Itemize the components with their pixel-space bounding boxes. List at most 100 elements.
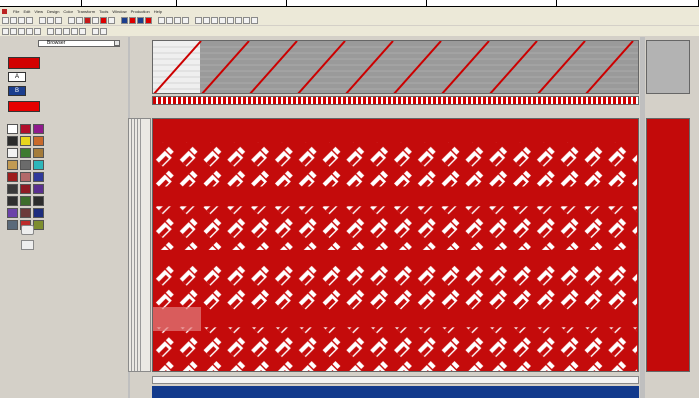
horizontal-scrollbar[interactable] — [152, 376, 639, 384]
tool-f-icon[interactable] — [235, 16, 242, 24]
menu-help[interactable]: Help — [154, 9, 162, 14]
menu-design[interactable]: Design — [47, 9, 59, 14]
palette-button-b-label: B — [14, 88, 19, 94]
red-tool-icon[interactable] — [84, 16, 91, 24]
swatch-16[interactable] — [7, 184, 18, 194]
tool-c-icon[interactable] — [211, 16, 218, 24]
mirror-icon[interactable] — [166, 16, 173, 24]
swatch-8[interactable] — [20, 148, 31, 158]
weave-grid-canvas[interactable] — [152, 40, 639, 94]
blue-tool-icon[interactable] — [121, 16, 128, 24]
palette-button-b[interactable]: B — [8, 86, 26, 96]
tool-a-icon[interactable] — [195, 16, 202, 24]
rect-icon[interactable] — [55, 27, 62, 35]
pattern-strip[interactable] — [152, 96, 639, 105]
swatch-23[interactable] — [20, 208, 31, 218]
cut-icon[interactable] — [39, 16, 46, 24]
browser-tab[interactable]: Browser — [38, 40, 120, 47]
zoom-icon[interactable] — [68, 16, 75, 24]
right-divider — [640, 37, 645, 398]
top-frame — [0, 0, 699, 7]
swatch-15[interactable] — [33, 172, 44, 182]
move-icon[interactable] — [71, 27, 78, 35]
print-icon[interactable] — [26, 16, 33, 24]
brush-icon[interactable] — [18, 27, 25, 35]
ellipse-icon[interactable] — [63, 27, 70, 35]
new-icon[interactable] — [2, 16, 9, 24]
tool-h-icon[interactable] — [251, 16, 258, 24]
swatch-25[interactable] — [7, 220, 18, 230]
design-pattern-svg — [153, 119, 638, 371]
warp-icon[interactable] — [129, 16, 136, 24]
main-toolbar — [0, 15, 699, 25]
palette-button-a[interactable]: A — [8, 72, 26, 82]
line-icon[interactable] — [47, 27, 54, 35]
swatch-3[interactable] — [33, 124, 44, 134]
tool-e-icon[interactable] — [227, 16, 234, 24]
swatch-11[interactable] — [20, 160, 31, 170]
eraser-icon[interactable] — [34, 27, 41, 35]
swatch-4[interactable] — [7, 136, 18, 146]
tool-b-icon[interactable] — [203, 16, 210, 24]
round-button[interactable] — [21, 225, 34, 235]
swatch-5[interactable] — [20, 136, 31, 146]
swatch-24[interactable] — [33, 208, 44, 218]
current-color[interactable] — [8, 57, 40, 69]
left-ruler — [128, 118, 151, 372]
crop-icon[interactable] — [79, 27, 86, 35]
swatch-6[interactable] — [33, 136, 44, 146]
app-icon — [2, 8, 7, 14]
open-icon[interactable] — [10, 16, 17, 24]
color-icon[interactable] — [100, 16, 107, 24]
swatch-14[interactable] — [20, 172, 31, 182]
design-canvas[interactable] — [152, 118, 639, 372]
rotate-icon[interactable] — [174, 16, 181, 24]
swatch-9[interactable] — [33, 148, 44, 158]
menu-production[interactable]: Production — [131, 9, 150, 14]
swatch-12[interactable] — [33, 160, 44, 170]
select-icon[interactable] — [2, 27, 9, 35]
menu-view[interactable]: View — [34, 9, 43, 14]
swatch-21[interactable] — [33, 196, 44, 206]
grid-icon[interactable] — [92, 16, 99, 24]
swatch-22[interactable] — [7, 208, 18, 218]
menu-file[interactable]: File — [13, 9, 19, 14]
ruler-line — [134, 119, 135, 371]
menu-tools[interactable]: Tools — [99, 9, 108, 14]
redo-icon[interactable] — [100, 27, 107, 35]
secondary-button[interactable] — [21, 240, 34, 250]
weft-icon[interactable] — [137, 16, 144, 24]
swatch-19[interactable] — [7, 196, 18, 206]
browser-close-icon[interactable] — [114, 40, 120, 46]
swatch-1[interactable] — [7, 124, 18, 134]
menu-transform[interactable]: Transform — [77, 9, 95, 14]
shift-icon[interactable] — [182, 16, 189, 24]
paste-icon[interactable] — [55, 16, 62, 24]
swatch-2[interactable] — [20, 124, 31, 134]
menu-window[interactable]: Window — [112, 9, 126, 14]
chart-icon[interactable] — [158, 16, 165, 24]
undo-icon[interactable] — [92, 27, 99, 35]
swatch-27[interactable] — [33, 220, 44, 230]
fill-icon[interactable] — [26, 27, 33, 35]
text-icon[interactable] — [76, 16, 83, 24]
ruler-line — [137, 119, 138, 371]
swatch-20[interactable] — [20, 196, 31, 206]
swatch-10[interactable] — [7, 160, 18, 170]
pattern-icon[interactable] — [108, 16, 115, 24]
menu-edit[interactable]: Edit — [23, 9, 30, 14]
swatch-18[interactable] — [33, 184, 44, 194]
tool-d-icon[interactable] — [219, 16, 226, 24]
repeat-icon[interactable] — [145, 16, 152, 24]
hand-icon[interactable] — [10, 27, 17, 35]
swatch-17[interactable] — [20, 184, 31, 194]
swatch-7[interactable] — [7, 148, 18, 158]
preview-pattern[interactable] — [646, 118, 690, 372]
swatch-13[interactable] — [7, 172, 18, 182]
menu-color[interactable]: Color — [63, 9, 73, 14]
save-icon[interactable] — [18, 16, 25, 24]
active-swatch[interactable] — [8, 101, 40, 112]
copy-icon[interactable] — [47, 16, 54, 24]
preview-grid[interactable] — [646, 40, 690, 94]
tool-g-icon[interactable] — [243, 16, 250, 24]
